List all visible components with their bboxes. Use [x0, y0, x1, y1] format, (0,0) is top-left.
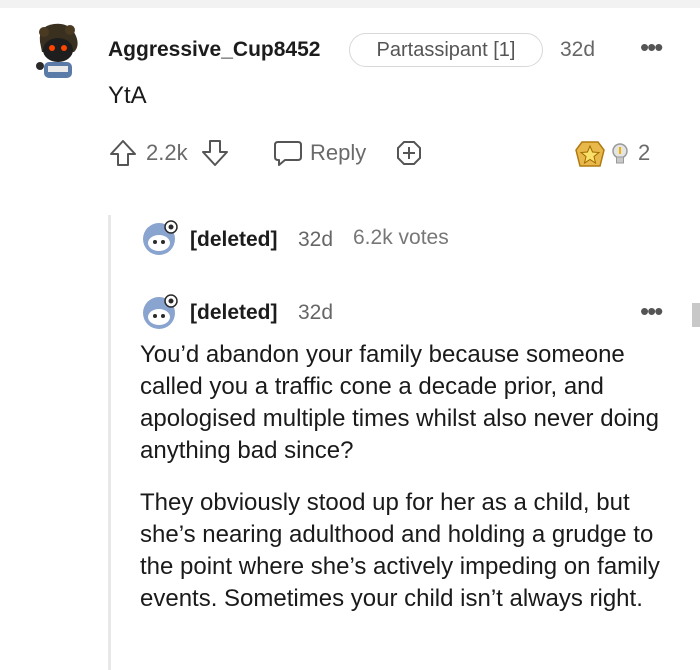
thread-line[interactable]: [108, 215, 111, 670]
comment-username[interactable]: Aggressive_Cup8452: [108, 38, 320, 62]
deleted-username: [deleted]: [190, 228, 278, 251]
deleted-avatar: [140, 292, 180, 330]
reply-label: Reply: [310, 140, 367, 165]
upvote-button[interactable]: [108, 138, 138, 168]
vote-total: 6.2k votes: [353, 226, 449, 249]
comment-body: YtA: [108, 82, 147, 109]
comment-age: 32d: [560, 38, 596, 61]
add-award-icon[interactable]: [394, 138, 424, 168]
more-options-icon[interactable]: •••: [640, 298, 663, 324]
upvote-icon[interactable]: [108, 138, 138, 168]
user-avatar[interactable]: [30, 20, 86, 82]
reply-age: 32d: [298, 301, 334, 324]
add-award-button[interactable]: [394, 138, 424, 168]
more-options-icon[interactable]: •••: [640, 34, 663, 60]
comment-action-bar: 2.2k Reply 2: [108, 138, 668, 170]
user-flair: Partassipant [1]: [349, 33, 543, 67]
deleted-age: 32d: [298, 228, 334, 251]
vote-count: 2.2k: [146, 140, 188, 165]
award-star-icon[interactable]: [574, 136, 606, 170]
downvote-button[interactable]: [200, 138, 230, 168]
reply-paragraph: You’d abandon your family because someon…: [140, 341, 659, 464]
scrollbar[interactable]: [692, 303, 700, 327]
award-bulb-icon[interactable]: [610, 142, 630, 168]
reply-username: [deleted]: [190, 301, 278, 324]
reply-button[interactable]: Reply: [272, 138, 366, 168]
award-count: 2: [638, 140, 651, 165]
deleted-avatar: [140, 218, 180, 256]
reply-icon: [272, 138, 304, 168]
reply-paragraph: They obviously stood up for her as a chi…: [140, 489, 660, 612]
downvote-icon[interactable]: [200, 138, 230, 168]
top-divider: [0, 0, 700, 8]
